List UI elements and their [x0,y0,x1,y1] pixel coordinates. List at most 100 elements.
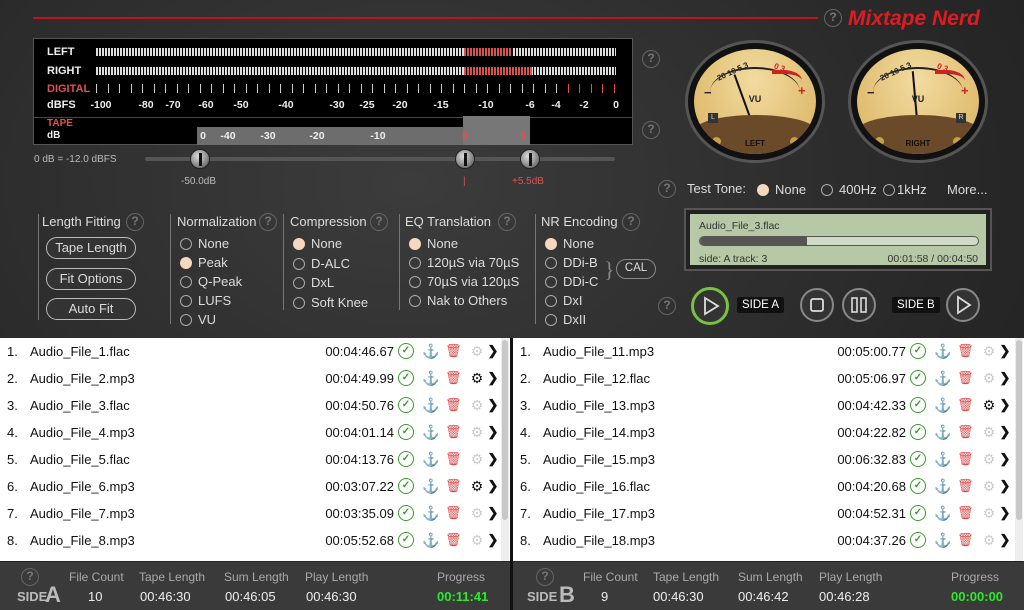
chevron-right-icon[interactable]: ❯ [485,370,501,386]
help-icon[interactable]: ? [642,121,660,139]
play-side-a-button[interactable] [691,287,729,325]
track-row[interactable]: 1. Audio_File_1.flac 00:04:46.67 ✓ ⚓ 🗑 ⚙ ❯ [0,338,500,365]
anchor-icon[interactable]: ⚓ [934,478,951,494]
eq-radio[interactable] [409,257,421,269]
test-tone-none[interactable]: None [757,182,806,197]
pause-button[interactable] [842,288,876,322]
chevron-right-icon[interactable]: ❯ [485,505,501,521]
normalization-option[interactable]: Peak [180,255,228,270]
trash-icon[interactable]: 🗑 [445,532,462,548]
chevron-right-icon[interactable]: ❯ [485,478,501,494]
help-icon[interactable]: ? [622,213,640,231]
track-row[interactable]: 2. Audio_File_2.mp3 00:04:49.99 ✓ ⚓ 🗑 ⚙ ❯ [0,365,500,392]
level-slider-track[interactable] [145,157,615,161]
nr-radio[interactable] [545,276,557,288]
trash-icon[interactable]: 🗑 [957,505,974,521]
anchor-icon[interactable]: ⚓ [422,370,439,386]
eq-radio[interactable] [409,276,421,288]
compression-radio[interactable] [293,277,305,289]
help-icon[interactable]: ? [126,213,144,231]
anchor-icon[interactable]: ⚓ [934,424,951,440]
normalization-option[interactable]: Q-Peak [180,274,242,289]
trash-icon[interactable]: 🗑 [445,424,462,440]
trash-icon[interactable]: 🗑 [445,451,462,467]
trash-icon[interactable]: 🗑 [957,370,974,386]
help-icon[interactable]: ? [21,568,39,586]
floor-knob[interactable] [190,149,210,169]
test-tone-400hz[interactable]: 400Hz [821,182,877,197]
cal-button[interactable]: CAL [616,259,656,279]
anchor-icon[interactable]: ⚓ [422,397,439,413]
track-row[interactable]: 5. Audio_File_15.mp3 00:06:32.83 ✓ ⚓ 🗑 ⚙ ❯ [513,446,1013,473]
normalization-option[interactable]: VU [180,312,216,327]
zero-knob[interactable] [455,149,475,169]
track-row[interactable]: 7. Audio_File_7.mp3 00:03:35.09 ✓ ⚓ 🗑 ⚙ ❯ [0,500,500,527]
trash-icon[interactable]: 🗑 [957,532,974,548]
chevron-right-icon[interactable]: ❯ [997,370,1013,386]
stop-button[interactable] [800,288,834,322]
nr-option[interactable]: DxI [545,293,583,308]
chevron-right-icon[interactable]: ❯ [997,532,1013,548]
track-row[interactable]: 4. Audio_File_14.mp3 00:04:22.82 ✓ ⚓ 🗑 ⚙ ❯ [513,419,1013,446]
chevron-right-icon[interactable]: ❯ [997,478,1013,494]
track-row[interactable]: 5. Audio_File_5.flac 00:04:13.76 ✓ ⚓ 🗑 ⚙ ❯ [0,446,500,473]
trash-icon[interactable]: 🗑 [957,343,974,359]
gear-icon[interactable]: ⚙ [469,451,485,467]
compression-option[interactable]: None [293,236,342,251]
test-tone-more[interactable]: More... [947,182,987,197]
gear-icon[interactable]: ⚙ [469,532,485,548]
anchor-icon[interactable]: ⚓ [934,532,951,548]
anchor-icon[interactable]: ⚓ [934,343,951,359]
auto-fit-button[interactable]: Auto Fit [46,298,136,320]
play-side-b-button[interactable] [946,288,980,322]
anchor-icon[interactable]: ⚓ [422,505,439,521]
side-a-scrollbar[interactable] [501,338,509,561]
chevron-right-icon[interactable]: ❯ [997,397,1013,413]
help-icon[interactable]: ? [259,213,277,231]
chevron-right-icon[interactable]: ❯ [485,424,501,440]
eq-radio[interactable] [409,295,421,307]
gear-icon[interactable]: ⚙ [981,451,997,467]
nr-radio[interactable] [545,257,557,269]
help-icon[interactable]: ? [824,9,842,27]
trash-icon[interactable]: 🗑 [445,505,462,521]
trash-icon[interactable]: 🗑 [445,397,462,413]
eq-radio[interactable] [409,238,421,250]
trash-icon[interactable]: 🗑 [957,424,974,440]
track-row[interactable]: 8. Audio_File_18.mp3 00:04:37.26 ✓ ⚓ 🗑 ⚙ ❯ [513,527,1013,554]
nr-radio[interactable] [545,238,557,250]
gear-icon[interactable]: ⚙ [981,532,997,548]
trash-icon[interactable]: 🗑 [957,451,974,467]
chevron-right-icon[interactable]: ❯ [485,397,501,413]
track-row[interactable]: 8. Audio_File_8.mp3 00:05:52.68 ✓ ⚓ 🗑 ⚙ ❯ [0,527,500,554]
track-row[interactable]: 3. Audio_File_3.flac 00:04:50.76 ✓ ⚓ 🗑 ⚙ ❯ [0,392,500,419]
compression-option[interactable]: DxL [293,275,334,290]
chevron-right-icon[interactable]: ❯ [997,505,1013,521]
eq-option[interactable]: 70µS via 120µS [409,274,519,289]
normalization-radio[interactable] [180,257,192,269]
compression-option[interactable]: D-ALC [293,256,350,271]
trash-icon[interactable]: 🗑 [445,370,462,386]
trash-icon[interactable]: 🗑 [957,478,974,494]
normalization-radio[interactable] [180,238,192,250]
test-tone-1khz[interactable]: 1kHz [883,182,927,197]
normalization-radio[interactable] [180,314,192,326]
gear-icon[interactable]: ⚙ [469,370,485,386]
compression-radio[interactable] [293,296,305,309]
side-b-scrollbar[interactable] [1015,338,1023,561]
fit-options-button[interactable]: Fit Options [46,268,136,290]
chevron-right-icon[interactable]: ❯ [485,532,501,548]
compression-option[interactable]: Soft Knee [293,295,368,310]
nr-option[interactable]: DDi-C [545,274,598,289]
compression-radio[interactable] [293,257,305,270]
gear-icon[interactable]: ⚙ [981,478,997,494]
anchor-icon[interactable]: ⚓ [422,451,439,467]
track-row[interactable]: 3. Audio_File_13.mp3 00:04:42.33 ✓ ⚓ 🗑 ⚙ ❯ [513,392,1013,419]
eq-option[interactable]: 120µS via 70µS [409,255,519,270]
help-icon[interactable]: ? [658,297,676,315]
trash-icon[interactable]: 🗑 [445,343,462,359]
gear-icon[interactable]: ⚙ [469,424,485,440]
anchor-icon[interactable]: ⚓ [422,343,439,359]
normalization-radio[interactable] [180,276,192,288]
track-row[interactable]: 6. Audio_File_16.flac 00:04:20.68 ✓ ⚓ 🗑 ⚙ ❯ [513,473,1013,500]
